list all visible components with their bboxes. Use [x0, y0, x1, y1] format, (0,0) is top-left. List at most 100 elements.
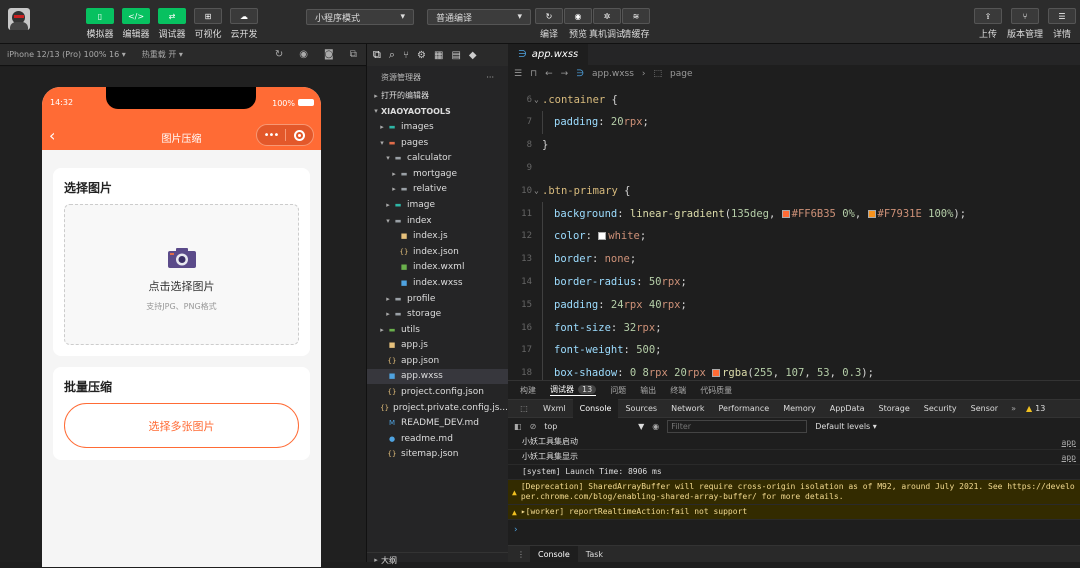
tree-item-index-js[interactable]: ■ index.js [367, 228, 508, 244]
toolbar-menu-button[interactable]: ☰ 详情 [1044, 8, 1080, 40]
close-circle-icon[interactable] [286, 129, 313, 141]
window-icon[interactable]: ⧉ [350, 49, 357, 60]
code-area[interactable]: 6 ⌄ .container {7 padding: 20 rpx; 8} 9 10 ⌄ .btn… [508, 88, 1080, 385]
toolbar-code-button[interactable]: </> 编辑器 [118, 8, 154, 40]
panel-tab[interactable]: 问题 [610, 385, 626, 396]
breadcrumb-symbol[interactable]: page [670, 69, 692, 79]
context-select[interactable]: top ▼ [544, 422, 644, 431]
panel-tab[interactable]: 终端 [670, 385, 686, 396]
drawer-menu-icon[interactable]: ⋮ [512, 550, 530, 559]
avatar[interactable] [8, 8, 30, 30]
rotate-icon[interactable]: ↻ [275, 49, 283, 60]
toolbar-phone-button[interactable]: ▯ 模拟器 [82, 8, 118, 40]
toolbar-branch-button[interactable]: ⑂ 版本管理 [1007, 8, 1043, 40]
tree-item-storage[interactable]: ▸ ▬ storage [367, 306, 508, 322]
color-swatch[interactable] [867, 209, 876, 218]
devtools-tab-performance[interactable]: Performance [712, 399, 777, 418]
tree-item-index-wxml[interactable]: ■ index.wxml [367, 260, 508, 276]
levels-select[interactable]: Default levels ▾ [815, 422, 877, 431]
panel-tab[interactable]: 输出 [640, 385, 656, 396]
fold-icon[interactable]: ⌄ [534, 95, 539, 104]
back-arrow-icon[interactable]: ‹ [49, 126, 55, 145]
image-dropzone[interactable]: 点击选择图片 支持JPG、PNG格式 [64, 204, 299, 345]
toolbar-layout-button[interactable]: ⊞ 可视化 [190, 8, 226, 40]
fold-icon[interactable]: ⌄ [534, 186, 539, 195]
tree-item-images[interactable]: ▸ ▬ images [367, 119, 508, 135]
tree-item-readme-dev-md[interactable]: M README_DEV.md [367, 415, 508, 431]
more-icon[interactable]: ··· [486, 73, 494, 82]
record-icon[interactable]: ◉ [299, 49, 308, 60]
eye-icon[interactable]: ◉ [652, 422, 659, 431]
filter-input[interactable] [667, 420, 808, 433]
console-source-link[interactable]: app [1062, 453, 1076, 462]
console-source-link[interactable]: app [1062, 438, 1076, 447]
search-icon[interactable]: ⌕ [389, 48, 395, 62]
files-icon[interactable]: ⧉ [373, 48, 381, 62]
tree-item-project-private-config-js-[interactable]: {} project.private.config.js... [367, 400, 508, 416]
tree-item-project-config-json[interactable]: {} project.config.json [367, 384, 508, 400]
panel-tab[interactable]: 调试器 13 [550, 384, 597, 396]
drawer-tab-console[interactable]: Console [530, 545, 578, 563]
stop-icon[interactable]: ◙ [324, 49, 334, 60]
tree-item-app-js[interactable]: ■ app.js [367, 338, 508, 354]
tree-item-profile[interactable]: ▸ ▬ profile [367, 291, 508, 307]
warning-count[interactable]: 13 [1035, 404, 1045, 413]
devtools-tab-memory[interactable]: Memory [776, 399, 823, 418]
tree-item-sitemap-json[interactable]: {} sitemap.json [367, 447, 508, 463]
branch-icon[interactable]: ⑂ [403, 50, 409, 61]
hot-reload-toggle[interactable]: 热重载 开 ▾ [142, 49, 183, 60]
tree-item-readme-md[interactable]: ● readme.md [367, 431, 508, 447]
tree-item-pages[interactable]: ▾ ▬ pages [367, 135, 508, 151]
debug-icon[interactable]: ⚙ [417, 50, 426, 61]
mode-select[interactable]: 小程序模式 ▾ [306, 9, 414, 25]
panel-tab[interactable]: 构建 [520, 385, 536, 396]
more-tabs-icon[interactable]: » [1005, 404, 1022, 413]
select-multiple-button[interactable]: 选择多张图片 [64, 403, 299, 448]
clear-icon[interactable]: ⊘ [530, 422, 537, 431]
panel-tab[interactable]: 代码质量 [700, 385, 732, 396]
devtools-tab-storage[interactable]: Storage [871, 399, 916, 418]
color-swatch[interactable] [598, 232, 607, 241]
toolbar-cloud-button[interactable]: ☁ 云开发 [226, 8, 262, 40]
drawer-tab-task[interactable]: Task [578, 546, 611, 563]
device-select[interactable]: iPhone 12/13 (Pro) 100% 16 ▾ [7, 50, 126, 59]
compile-select[interactable]: 普通编译 ▾ [427, 9, 531, 25]
toolbar-upload-button[interactable]: ⇪ 上传 [970, 8, 1006, 40]
devtools-tab-security[interactable]: Security [917, 399, 964, 418]
back-icon[interactable]: ← [545, 69, 553, 79]
docker-icon[interactable]: ◆ [469, 50, 477, 61]
tree-item-utils[interactable]: ▸ ▬ utils [367, 322, 508, 338]
breadcrumb-file[interactable]: app.wxss [592, 69, 634, 79]
outline-section[interactable]: ▸ 大纲 [367, 552, 509, 568]
console-prompt[interactable]: › [508, 525, 1080, 539]
extensions-icon[interactable]: ▦ [434, 50, 443, 61]
devtools-tab-console[interactable]: Console [572, 399, 619, 418]
sidebar-toggle-icon[interactable]: ◧ [514, 422, 522, 431]
devtools-tab-network[interactable]: Network [664, 399, 711, 418]
color-swatch[interactable] [712, 369, 721, 378]
forward-icon[interactable]: → [561, 69, 569, 79]
tree-item-index[interactable]: ▾ ▬ index [367, 213, 508, 229]
devtools-tab-wxml[interactable]: Wxml [536, 399, 573, 418]
grid-icon[interactable]: ▤ [451, 50, 460, 61]
tree-item-mortgage[interactable]: ▸ ▬ mortgage [367, 166, 508, 182]
devtools-tab-sources[interactable]: Sources [618, 399, 664, 418]
tab-app-wxss[interactable]: ∋ app.wxss [508, 44, 589, 65]
toolbar-layers-button[interactable]: ≋ 清缓存 [618, 8, 654, 40]
tree-item-app-wxss[interactable]: ■ app.wxss [367, 368, 508, 385]
devtools-tab-appdata[interactable]: AppData [823, 399, 872, 418]
tree-item-calculator[interactable]: ▾ ▬ calculator [367, 150, 508, 166]
tree-item-index-wxss[interactable]: ■ index.wxss [367, 275, 508, 291]
tree-item-image[interactable]: ▸ ▬ image [367, 197, 508, 213]
open-editors-section[interactable]: ▸ 打开的编辑器 [367, 88, 508, 104]
tree-item-app-json[interactable]: {} app.json [367, 353, 508, 369]
tree-item-index-json[interactable]: {} index.json [367, 244, 508, 260]
more-dots-icon[interactable]: ••• [257, 130, 285, 141]
project-section[interactable]: ▾ XIAOYAOTOOLS [367, 104, 508, 120]
color-swatch[interactable] [781, 209, 790, 218]
menu-icon[interactable]: ☰ [514, 69, 522, 79]
tree-item-relative[interactable]: ▸ ▬ relative [367, 182, 508, 198]
inspect-icon[interactable]: ⬚ [512, 404, 536, 413]
devtools-tab-sensor[interactable]: Sensor [964, 399, 1005, 418]
bookmark-icon[interactable]: ⊓ [530, 69, 537, 79]
